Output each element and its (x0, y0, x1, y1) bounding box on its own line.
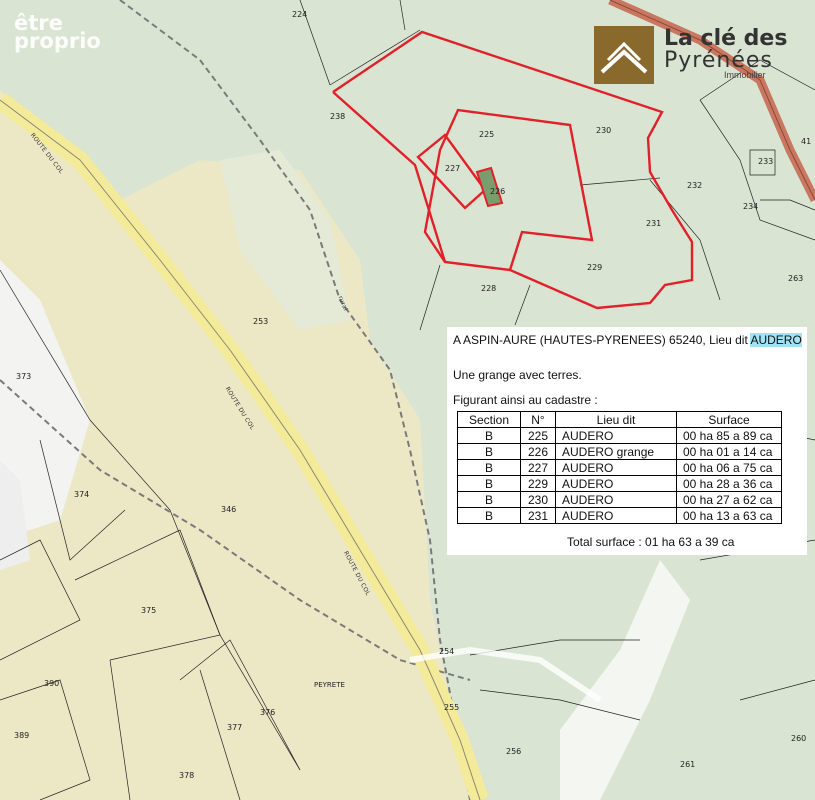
parcel-label-374: 374 (74, 490, 90, 499)
cell-surface: 00 ha 13 a 63 ca (676, 507, 782, 524)
parcel-label-373: 373 (16, 372, 32, 381)
parcel-label-224: 224 (292, 10, 308, 19)
total-surface: Total surface : 01 ha 63 a 39 ca (567, 535, 735, 549)
table-row: B 227 AUDERO 00 ha 06 a 75 ca (457, 459, 782, 476)
cell-section: B (457, 491, 521, 508)
cell-surface: 00 ha 01 a 14 ca (676, 443, 782, 460)
cadastre-info-panel: A ASPIN-AURE (HAUTES-PYRENEES) 65240, Li… (447, 327, 807, 555)
cell-section: B (457, 507, 521, 524)
parcel-label-226: 226 (490, 187, 506, 196)
location-line: A ASPIN-AURE (HAUTES-PYRENEES) 65240, Li… (453, 333, 802, 347)
house-logo-icon (594, 26, 654, 84)
parcel-label-230: 230 (596, 126, 612, 135)
cell-lieu-dit: AUDERO (555, 507, 677, 524)
parcel-label-389: 389 (14, 731, 30, 740)
watermark-line2: proprio (14, 29, 101, 53)
parcel-label-231: 231 (646, 219, 662, 228)
cell-surface: 00 ha 85 a 89 ca (676, 427, 782, 444)
col-header-lieu-dit: Lieu dit (555, 411, 677, 428)
cadastre-intro: Figurant ainsi au cadastre : (453, 393, 598, 407)
cell-lieu-dit: AUDERO (555, 491, 677, 508)
parcel-label-260: 260 (791, 734, 807, 743)
parcel-label-376: 376 (260, 708, 276, 717)
parcel-label-375: 375 (141, 606, 157, 615)
cell-number: 227 (520, 459, 556, 476)
cell-section: B (457, 459, 521, 476)
cell-number: 229 (520, 475, 556, 492)
table-header-row: Section N° Lieu dit Surface (457, 411, 782, 428)
table-row: B 231 AUDERO 00 ha 13 a 63 ca (457, 507, 782, 524)
cell-lieu-dit: AUDERO (555, 427, 677, 444)
table-row: B 230 AUDERO 00 ha 27 a 62 ca (457, 491, 782, 508)
cell-surface: 00 ha 27 a 62 ca (676, 491, 782, 508)
cell-section: B (457, 475, 521, 492)
parcel-label-255: 255 (444, 703, 460, 712)
description-line: Une grange avec terres. (453, 368, 582, 382)
parcel-label-227: 227 (445, 164, 461, 173)
parcel-label-228: 228 (481, 284, 497, 293)
table-row: B 226 AUDERO grange 00 ha 01 a 14 ca (457, 443, 782, 460)
cell-number: 230 (520, 491, 556, 508)
cell-lieu-dit: AUDERO (555, 475, 677, 492)
parcel-label-238: 238 (330, 112, 346, 121)
parcel-label-253: 253 (253, 317, 269, 326)
watermark-logo: être proprio (14, 13, 101, 53)
parcel-label-261: 261 (680, 760, 696, 769)
col-header-section: Section (457, 411, 521, 428)
place-label-peyrete: PEYRETE (314, 681, 345, 689)
cell-number: 225 (520, 427, 556, 444)
parcel-label-378: 378 (179, 771, 195, 780)
col-header-surface: Surface (676, 411, 782, 428)
cell-section: B (457, 427, 521, 444)
table-row: B 225 AUDERO 00 ha 85 a 89 ca (457, 427, 782, 444)
cell-surface: 00 ha 28 a 36 ca (676, 475, 782, 492)
parcel-label-225: 225 (479, 130, 495, 139)
parcel-label-41: 41 (801, 137, 812, 146)
parcel-label-232: 232 (687, 181, 703, 190)
location-text: A ASPIN-AURE (HAUTES-PYRENEES) 65240, Li… (453, 333, 751, 347)
lieu-dit-highlight: AUDERO (750, 333, 802, 347)
cell-number: 231 (520, 507, 556, 524)
cell-lieu-dit: AUDERO grange (555, 443, 677, 460)
parcel-label-263: 263 (788, 274, 804, 283)
cell-surface: 00 ha 06 a 75 ca (676, 459, 782, 476)
parcel-label-390: 390 (44, 679, 60, 688)
parcel-label-229: 229 (587, 263, 603, 272)
col-header-number: N° (520, 411, 556, 428)
cell-number: 226 (520, 443, 556, 460)
parcel-label-233: 233 (758, 157, 774, 166)
parcel-label-346: 346 (221, 505, 237, 514)
cell-section: B (457, 443, 521, 460)
agency-logo: La clé des Pyrénées Immobilier (594, 26, 790, 86)
logo-line3: Immobilier (724, 70, 766, 80)
parcel-label-254: 254 (439, 647, 455, 656)
table-row: B 229 AUDERO 00 ha 28 a 36 ca (457, 475, 782, 492)
parcel-label-377: 377 (227, 723, 243, 732)
parcel-label-234: 234 (743, 202, 759, 211)
cadastre-table: Section N° Lieu dit Surface B 225 AUDERO… (457, 411, 782, 524)
parcel-label-256: 256 (506, 747, 522, 756)
cell-lieu-dit: AUDERO (555, 459, 677, 476)
